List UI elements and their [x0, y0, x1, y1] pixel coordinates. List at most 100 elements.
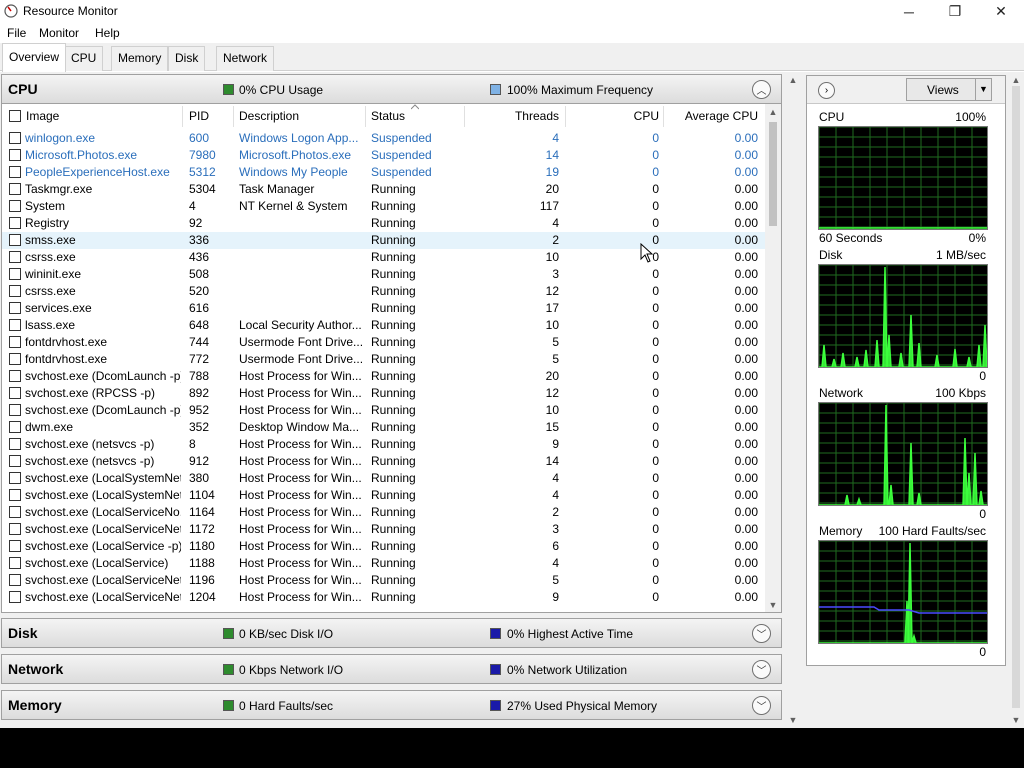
column-header-status[interactable]: Status: [371, 109, 405, 123]
row-checkbox[interactable]: [9, 523, 21, 535]
column-header-threads[interactable]: Threads: [464, 109, 559, 123]
window-scrollbar[interactable]: ▲ ▼: [1008, 72, 1024, 728]
table-row[interactable]: svchost.exe (netsvcs -p) 8 Host Process fo…: [2, 436, 767, 453]
menu-file[interactable]: File: [7, 26, 26, 40]
row-checkbox[interactable]: [9, 438, 21, 450]
row-checkbox[interactable]: [9, 149, 21, 161]
column-divider[interactable]: [663, 106, 664, 127]
minimize-button[interactable]: ─: [886, 0, 932, 23]
memory-expand-button[interactable]: ﹀: [752, 696, 771, 715]
table-row[interactable]: wininit.exe 508 Running 3 0 0.00: [2, 266, 767, 283]
tab-network[interactable]: Network: [216, 46, 275, 71]
collapse-pane-button[interactable]: ›: [818, 82, 835, 99]
table-row[interactable]: svchost.exe (DcomLaunch -p) 952 Host Proce…: [2, 402, 767, 419]
scrollbar-thumb[interactable]: [769, 122, 777, 226]
row-checkbox[interactable]: [9, 489, 21, 501]
disk-expand-button[interactable]: ﹀: [752, 624, 771, 643]
table-row[interactable]: svchost.exe (LocalSystemNet... 1104 Host P…: [2, 487, 767, 504]
tab-cpu[interactable]: CPU: [64, 46, 104, 71]
cpu-collapse-button[interactable]: ︿: [752, 80, 771, 99]
table-row[interactable]: Registry 92 Running 4 0 0.00: [2, 215, 767, 232]
row-checkbox[interactable]: [9, 506, 21, 518]
table-row[interactable]: PeopleExperienceHost.exe 5312 Windows My P…: [2, 164, 767, 181]
row-checkbox[interactable]: [9, 132, 21, 144]
table-row[interactable]: svchost.exe (LocalServiceNet... 1196 Host …: [2, 572, 767, 589]
menu-monitor[interactable]: Monitor: [39, 26, 79, 40]
select-all-checkbox[interactable]: [9, 110, 21, 122]
table-row[interactable]: svchost.exe (LocalService) 1188 Host Proce…: [2, 555, 767, 572]
column-header-average-cpu[interactable]: Average CPU: [667, 109, 758, 123]
row-checkbox[interactable]: [9, 183, 21, 195]
scroll-up-arrow-icon[interactable]: ▲: [765, 104, 781, 120]
close-button[interactable]: ✕: [978, 0, 1024, 23]
row-checkbox[interactable]: [9, 166, 21, 178]
title-bar[interactable]: Resource Monitor ─ ❐ ✕: [0, 0, 1024, 23]
table-row[interactable]: Taskmgr.exe 5304 Task Manager Running 20 0 0.0…: [2, 181, 767, 198]
scroll-up-arrow-icon[interactable]: ▲: [785, 72, 801, 88]
cpu-section-header[interactable]: CPU 0% CPU Usage 100% Maximum Frequency …: [1, 74, 782, 104]
row-checkbox[interactable]: [9, 319, 21, 331]
network-expand-button[interactable]: ﹀: [752, 660, 771, 679]
row-checkbox[interactable]: [9, 387, 21, 399]
row-checkbox[interactable]: [9, 472, 21, 484]
column-divider[interactable]: [182, 106, 183, 127]
row-checkbox[interactable]: [9, 404, 21, 416]
table-row[interactable]: svchost.exe (LocalServiceNet... 1204 Host …: [2, 589, 767, 606]
tab-memory[interactable]: Memory: [111, 46, 169, 71]
row-checkbox[interactable]: [9, 353, 21, 365]
disk-section-header[interactable]: Disk 0 KB/sec Disk I/O 0% Highest Active…: [1, 618, 782, 648]
table-row[interactable]: Microsoft.Photos.exe 7980 Microsoft.Photos…: [2, 147, 767, 164]
column-header-pid[interactable]: PID: [189, 109, 209, 123]
table-row[interactable]: csrss.exe 520 Running 12 0 0.00: [2, 283, 767, 300]
process-table-scrollbar[interactable]: ▲ ▼: [765, 104, 781, 612]
column-divider[interactable]: [233, 106, 234, 127]
table-row[interactable]: services.exe 616 Running 17 0 0.00: [2, 300, 767, 317]
row-checkbox[interactable]: [9, 574, 21, 586]
table-row[interactable]: svchost.exe (LocalServiceNo... 1164 Host P…: [2, 504, 767, 521]
column-header-description[interactable]: Description: [239, 109, 299, 123]
table-row[interactable]: svchost.exe (LocalServiceNet... 1172 Host …: [2, 521, 767, 538]
row-checkbox[interactable]: [9, 302, 21, 314]
views-dropdown[interactable]: Views ▼: [906, 78, 992, 101]
row-checkbox[interactable]: [9, 251, 21, 263]
tab-overview[interactable]: Overview: [2, 43, 67, 72]
cpu-graph-max: 100%: [955, 110, 986, 124]
table-row[interactable]: fontdrvhost.exe 744 Usermode Font Drive...…: [2, 334, 767, 351]
table-row[interactable]: dwm.exe 352 Desktop Window Ma... Running 15 0…: [2, 419, 767, 436]
table-row[interactable]: System 4 NT Kernel & System Running 117 0 0.00: [2, 198, 767, 215]
table-row[interactable]: fontdrvhost.exe 772 Usermode Font Drive...…: [2, 351, 767, 368]
table-row[interactable]: svchost.exe (netsvcs -p) 912 Host Process …: [2, 453, 767, 470]
column-header-cpu[interactable]: CPU: [567, 109, 659, 123]
row-checkbox[interactable]: [9, 268, 21, 280]
row-checkbox[interactable]: [9, 336, 21, 348]
table-row[interactable]: svchost.exe (LocalService -p) 1180 Host Pr…: [2, 538, 767, 555]
row-checkbox[interactable]: [9, 540, 21, 552]
column-divider[interactable]: [365, 106, 366, 127]
row-checkbox[interactable]: [9, 421, 21, 433]
network-section-header[interactable]: Network 0 Kbps Network I/O 0% Network Ut…: [1, 654, 782, 684]
table-row[interactable]: svchost.exe (DcomLaunch -p) 788 Host Proce…: [2, 368, 767, 385]
row-checkbox[interactable]: [9, 370, 21, 382]
row-checkbox[interactable]: [9, 591, 21, 603]
row-checkbox[interactable]: [9, 557, 21, 569]
menu-help[interactable]: Help: [95, 26, 120, 40]
scroll-down-arrow-icon[interactable]: ▼: [765, 597, 781, 612]
scroll-down-arrow-icon[interactable]: ▼: [1008, 712, 1024, 728]
table-row[interactable]: svchost.exe (RPCSS -p) 892 Host Process fo…: [2, 385, 767, 402]
row-checkbox[interactable]: [9, 200, 21, 212]
table-row[interactable]: winlogon.exe 600 Windows Logon App... Suspe…: [2, 130, 767, 147]
column-header-image[interactable]: Image: [26, 109, 59, 123]
table-row[interactable]: svchost.exe (LocalSystemNet... 380 Host Pr…: [2, 470, 767, 487]
overview-scrollbar[interactable]: ▲ ▼: [785, 72, 801, 728]
maximize-button[interactable]: ❐: [932, 0, 978, 23]
tab-disk[interactable]: Disk: [168, 46, 206, 71]
memory-section-header[interactable]: Memory 0 Hard Faults/sec 27% Used Physic…: [1, 690, 782, 720]
scroll-down-arrow-icon[interactable]: ▼: [785, 712, 801, 728]
row-checkbox[interactable]: [9, 455, 21, 467]
row-checkbox[interactable]: [9, 234, 21, 246]
scrollbar-thumb[interactable]: [1012, 86, 1020, 708]
row-checkbox[interactable]: [9, 285, 21, 297]
column-divider[interactable]: [565, 106, 566, 127]
table-row[interactable]: lsass.exe 648 Local Security Author... Runn…: [2, 317, 767, 334]
row-checkbox[interactable]: [9, 217, 21, 229]
